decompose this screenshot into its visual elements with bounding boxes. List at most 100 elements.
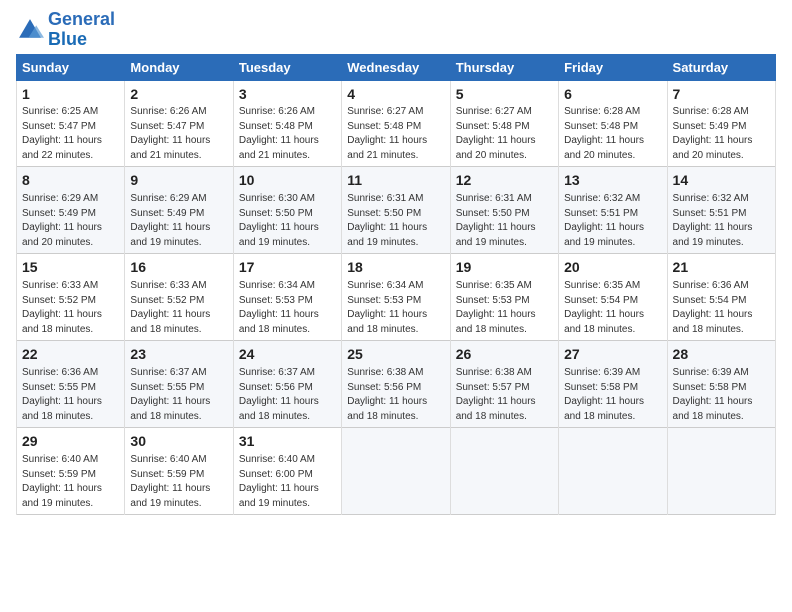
sunset-text: Sunset: 5:50 PM	[456, 208, 530, 219]
sunrise-text: Sunrise: 6:32 AM	[564, 193, 640, 204]
calendar-cell	[667, 428, 775, 515]
calendar-cell: 25 Sunrise: 6:38 AM Sunset: 5:56 PM Dayl…	[342, 341, 450, 428]
day-number: 7	[673, 85, 770, 104]
sunset-text: Sunset: 5:50 PM	[239, 208, 313, 219]
calendar-cell: 13 Sunrise: 6:32 AM Sunset: 5:51 PM Dayl…	[559, 167, 667, 254]
calendar-day-header: Wednesday	[342, 54, 450, 80]
sunset-text: Sunset: 6:00 PM	[239, 469, 313, 480]
daylight-text: Daylight: 11 hours and 19 minutes.	[22, 483, 102, 509]
sunrise-text: Sunrise: 6:40 AM	[130, 454, 206, 465]
daylight-text: Daylight: 11 hours and 20 minutes.	[564, 135, 644, 161]
day-number: 12	[456, 171, 553, 190]
calendar-cell: 11 Sunrise: 6:31 AM Sunset: 5:50 PM Dayl…	[342, 167, 450, 254]
calendar-week-row: 1 Sunrise: 6:25 AM Sunset: 5:47 PM Dayli…	[17, 80, 776, 167]
sunrise-text: Sunrise: 6:37 AM	[130, 367, 206, 378]
sunset-text: Sunset: 5:56 PM	[347, 382, 421, 393]
sunset-text: Sunset: 5:49 PM	[130, 208, 204, 219]
day-number: 30	[130, 432, 227, 451]
calendar-cell: 14 Sunrise: 6:32 AM Sunset: 5:51 PM Dayl…	[667, 167, 775, 254]
calendar-day-header: Tuesday	[233, 54, 341, 80]
calendar-cell	[559, 428, 667, 515]
sunrise-text: Sunrise: 6:35 AM	[456, 280, 532, 291]
sunrise-text: Sunrise: 6:40 AM	[22, 454, 98, 465]
day-number: 16	[130, 258, 227, 277]
calendar-day-header: Saturday	[667, 54, 775, 80]
daylight-text: Daylight: 11 hours and 18 minutes.	[673, 396, 753, 422]
calendar-cell: 3 Sunrise: 6:26 AM Sunset: 5:48 PM Dayli…	[233, 80, 341, 167]
sunset-text: Sunset: 5:51 PM	[673, 208, 747, 219]
sunset-text: Sunset: 5:55 PM	[22, 382, 96, 393]
calendar-cell: 27 Sunrise: 6:39 AM Sunset: 5:58 PM Dayl…	[559, 341, 667, 428]
calendar-cell: 8 Sunrise: 6:29 AM Sunset: 5:49 PM Dayli…	[17, 167, 125, 254]
sunrise-text: Sunrise: 6:36 AM	[673, 280, 749, 291]
daylight-text: Daylight: 11 hours and 20 minutes.	[456, 135, 536, 161]
calendar-cell: 1 Sunrise: 6:25 AM Sunset: 5:47 PM Dayli…	[17, 80, 125, 167]
calendar-cell: 31 Sunrise: 6:40 AM Sunset: 6:00 PM Dayl…	[233, 428, 341, 515]
sunset-text: Sunset: 5:53 PM	[456, 295, 530, 306]
daylight-text: Daylight: 11 hours and 18 minutes.	[22, 396, 102, 422]
day-number: 18	[347, 258, 444, 277]
logo: General Blue	[16, 10, 115, 50]
sunrise-text: Sunrise: 6:26 AM	[130, 106, 206, 117]
day-number: 10	[239, 171, 336, 190]
daylight-text: Daylight: 11 hours and 19 minutes.	[130, 222, 210, 248]
daylight-text: Daylight: 11 hours and 18 minutes.	[239, 309, 319, 335]
daylight-text: Daylight: 11 hours and 19 minutes.	[456, 222, 536, 248]
daylight-text: Daylight: 11 hours and 19 minutes.	[673, 222, 753, 248]
daylight-text: Daylight: 11 hours and 19 minutes.	[564, 222, 644, 248]
sunrise-text: Sunrise: 6:27 AM	[347, 106, 423, 117]
sunrise-text: Sunrise: 6:26 AM	[239, 106, 315, 117]
calendar-cell: 29 Sunrise: 6:40 AM Sunset: 5:59 PM Dayl…	[17, 428, 125, 515]
sunset-text: Sunset: 5:59 PM	[22, 469, 96, 480]
daylight-text: Daylight: 11 hours and 18 minutes.	[564, 309, 644, 335]
sunset-text: Sunset: 5:58 PM	[673, 382, 747, 393]
day-number: 1	[22, 85, 119, 104]
sunset-text: Sunset: 5:57 PM	[456, 382, 530, 393]
day-number: 27	[564, 345, 661, 364]
day-number: 11	[347, 171, 444, 190]
day-number: 23	[130, 345, 227, 364]
calendar-day-header: Friday	[559, 54, 667, 80]
sunset-text: Sunset: 5:58 PM	[564, 382, 638, 393]
day-number: 31	[239, 432, 336, 451]
sunset-text: Sunset: 5:53 PM	[347, 295, 421, 306]
logo-blue: Blue	[48, 29, 87, 49]
calendar-cell: 16 Sunrise: 6:33 AM Sunset: 5:52 PM Dayl…	[125, 254, 233, 341]
day-number: 21	[673, 258, 770, 277]
daylight-text: Daylight: 11 hours and 19 minutes.	[347, 222, 427, 248]
day-number: 2	[130, 85, 227, 104]
sunrise-text: Sunrise: 6:39 AM	[673, 367, 749, 378]
day-number: 6	[564, 85, 661, 104]
calendar-cell	[342, 428, 450, 515]
day-number: 15	[22, 258, 119, 277]
day-number: 28	[673, 345, 770, 364]
sunset-text: Sunset: 5:47 PM	[22, 121, 96, 132]
calendar-cell: 5 Sunrise: 6:27 AM Sunset: 5:48 PM Dayli…	[450, 80, 558, 167]
sunset-text: Sunset: 5:52 PM	[130, 295, 204, 306]
calendar-cell: 23 Sunrise: 6:37 AM Sunset: 5:55 PM Dayl…	[125, 341, 233, 428]
calendar-cell: 18 Sunrise: 6:34 AM Sunset: 5:53 PM Dayl…	[342, 254, 450, 341]
calendar-cell: 17 Sunrise: 6:34 AM Sunset: 5:53 PM Dayl…	[233, 254, 341, 341]
sunset-text: Sunset: 5:48 PM	[456, 121, 530, 132]
daylight-text: Daylight: 11 hours and 18 minutes.	[456, 309, 536, 335]
calendar-cell: 21 Sunrise: 6:36 AM Sunset: 5:54 PM Dayl…	[667, 254, 775, 341]
daylight-text: Daylight: 11 hours and 18 minutes.	[130, 396, 210, 422]
daylight-text: Daylight: 11 hours and 18 minutes.	[347, 309, 427, 335]
calendar-cell: 9 Sunrise: 6:29 AM Sunset: 5:49 PM Dayli…	[125, 167, 233, 254]
day-number: 26	[456, 345, 553, 364]
sunrise-text: Sunrise: 6:36 AM	[22, 367, 98, 378]
calendar-cell: 10 Sunrise: 6:30 AM Sunset: 5:50 PM Dayl…	[233, 167, 341, 254]
sunrise-text: Sunrise: 6:28 AM	[564, 106, 640, 117]
day-number: 13	[564, 171, 661, 190]
sunset-text: Sunset: 5:52 PM	[22, 295, 96, 306]
day-number: 22	[22, 345, 119, 364]
day-number: 5	[456, 85, 553, 104]
sunrise-text: Sunrise: 6:31 AM	[456, 193, 532, 204]
calendar-cell: 2 Sunrise: 6:26 AM Sunset: 5:47 PM Dayli…	[125, 80, 233, 167]
page-container: General Blue SundayMondayTuesdayWednesda…	[0, 0, 792, 525]
daylight-text: Daylight: 11 hours and 20 minutes.	[22, 222, 102, 248]
sunset-text: Sunset: 5:54 PM	[564, 295, 638, 306]
sunset-text: Sunset: 5:55 PM	[130, 382, 204, 393]
day-number: 8	[22, 171, 119, 190]
day-number: 3	[239, 85, 336, 104]
